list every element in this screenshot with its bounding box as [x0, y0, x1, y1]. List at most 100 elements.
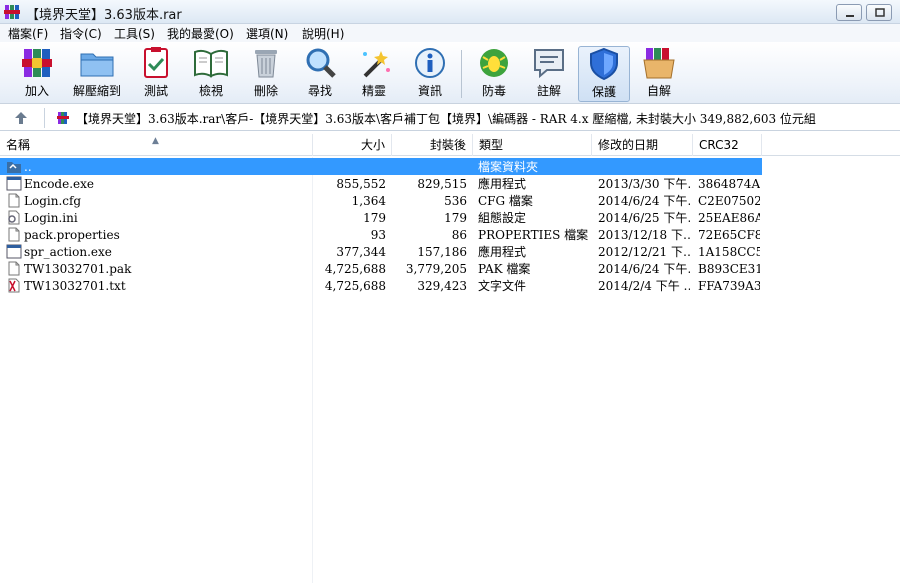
protect-button[interactable]: 保護 [578, 46, 630, 102]
wizard-button[interactable]: 精靈 [352, 46, 396, 102]
minimize-button[interactable] [836, 4, 862, 21]
menu-bar: 檔案(F) 指令(C) 工具(S) 我的最愛(O) 選項(N) 說明(H) [0, 24, 900, 42]
file-size: 377,344 [336, 245, 386, 259]
file-type: PAK 檔案 [478, 262, 531, 276]
file-packed-size: 157,186 [417, 245, 467, 259]
file-row[interactable]: Login.ini 179 179 組態設定 2014/6/25 下午… 25EAE86A [0, 209, 900, 226]
file-packed-size: 3,779,205 [405, 262, 467, 276]
file-packed-size: 536 [444, 194, 467, 208]
view-button[interactable]: 檢視 [188, 46, 234, 102]
file-size: 93 [370, 228, 386, 242]
file-type: 組態設定 [478, 211, 527, 225]
find-label: 尋找 [307, 84, 332, 98]
virus-scan-label: 防毒 [481, 84, 506, 98]
maximize-button[interactable] [866, 4, 892, 21]
address-separator [44, 108, 45, 128]
find-button[interactable]: 尋找 [298, 46, 342, 102]
file-type: PROPERTIES 檔案 [478, 228, 589, 242]
file-modified: 2014/6/24 下午… [598, 194, 690, 208]
file-crc [698, 159, 760, 175]
file-crc: 72E65CF8 [698, 228, 760, 242]
menu-help[interactable]: 說明(H) [300, 25, 346, 42]
address-path[interactable]: 【境界天堂】3.63版本.rar\客戶-【境界天堂】3.63版本\客戶補丁包【境… [76, 110, 816, 127]
menu-favorites[interactable]: 我的最愛(O) [165, 25, 236, 42]
column-header-packed[interactable]: 封裝後 [392, 134, 473, 156]
file-row[interactable]: Encode.exe 855,552 829,515 應用程式 2013/3/30 下午… [0, 175, 900, 192]
delete-button[interactable]: 刪除 [244, 46, 288, 102]
file-row[interactable]: spr_action.exe 377,344 157,186 應用程式 2012/12/… [0, 243, 900, 260]
file-type: 應用程式 [478, 245, 527, 259]
extract-to-icon [80, 53, 114, 77]
info-button[interactable]: 資訊 [408, 46, 452, 102]
file-modified: 2013/12/18 下… [598, 228, 690, 242]
file-size: 4,725,688 [324, 279, 386, 293]
window-title: 【境界天堂】3.63版本.rar [26, 8, 182, 23]
test-icon [144, 47, 168, 78]
file-row[interactable]: pack.properties 93 86 PROPERTIES 檔案 2013/12/… [0, 226, 900, 243]
winrar-app-icon[interactable] [4, 4, 20, 20]
file-name: Encode.exe [24, 177, 95, 191]
title-bar[interactable]: 【境界天堂】3.63版本.rar [0, 0, 900, 24]
maximize-icon [875, 8, 885, 17]
file-name: Login.cfg [24, 194, 82, 208]
sfx-button[interactable]: 自解 [637, 46, 681, 102]
file-crc: 25EAE86A [698, 211, 760, 225]
test-button[interactable]: 測試 [134, 46, 178, 102]
file-size [313, 159, 386, 175]
file-name: spr_action.exe [24, 245, 112, 259]
file-packed-size: 829,515 [417, 177, 467, 191]
file-modified: 2014/6/25 下午… [598, 211, 690, 225]
menu-file[interactable]: 檔案(F) [6, 25, 50, 42]
info-icon [415, 48, 445, 78]
add-archive-icon [22, 49, 52, 77]
delete-label: 刪除 [253, 84, 278, 98]
file-packed-size: 86 [451, 228, 467, 242]
file-packed-size: 329,423 [417, 279, 467, 293]
file-row[interactable]: Login.cfg 1,364 536 CFG 檔案 2014/6/24 下午… C2E0… [0, 192, 900, 209]
file-size: 4,725,688 [324, 262, 386, 276]
file-row[interactable]: TW13032701.pak 4,725,688 3,779,205 PAK 檔案 20… [0, 260, 900, 277]
file-type: CFG 檔案 [478, 194, 533, 208]
extract-to-button[interactable]: 解壓縮到 [68, 46, 126, 102]
file-modified: 2012/12/21 下… [598, 245, 690, 259]
column-header-modified[interactable]: 修改的日期 [592, 134, 693, 156]
file-modified: 2014/6/24 下午… [598, 262, 690, 276]
menu-commands[interactable]: 指令(C) [58, 25, 104, 42]
file-packed-size: 179 [444, 211, 467, 225]
file-row[interactable]: .. 檔案資料夾 [0, 158, 900, 175]
comment-button[interactable]: 註解 [527, 46, 571, 102]
file-crc: 1A158CC5 [698, 245, 760, 259]
file-name: Login.ini [24, 211, 78, 225]
file-type: 應用程式 [478, 177, 527, 191]
protect-label: 保護 [591, 85, 616, 99]
file-size: 1,364 [351, 194, 386, 208]
file-type: 檔案資料夾 [478, 160, 539, 174]
toolbar-separator [461, 50, 462, 98]
add-label: 加入 [24, 84, 49, 98]
column-header-crc[interactable]: CRC32 [693, 134, 762, 156]
find-magnifier-icon [306, 48, 336, 78]
file-modified: 2013/3/30 下午… [598, 177, 690, 191]
extract-to-label: 解壓縮到 [72, 84, 121, 98]
delete-trash-icon [255, 50, 277, 78]
menu-options[interactable]: 選項(N) [244, 25, 290, 42]
file-crc: B893CE31 [698, 262, 760, 276]
comment-label: 註解 [536, 84, 561, 98]
view-label: 檢視 [198, 84, 223, 98]
virus-scan-button[interactable]: 防毒 [472, 46, 516, 102]
test-label: 測試 [143, 84, 168, 98]
add-button[interactable]: 加入 [14, 46, 60, 102]
file-packed-size [392, 159, 467, 175]
file-type: 文字文件 [478, 279, 527, 293]
file-row[interactable]: TW13032701.txt 4,725,688 329,423 文字文件 2014/2… [0, 277, 900, 294]
column-header-type[interactable]: 類型 [473, 134, 592, 156]
protect-shield-icon [590, 47, 618, 81]
file-crc: 3864874A [698, 177, 760, 191]
file-crc: FFA739A3 [698, 279, 760, 293]
file-name: TW13032701.pak [24, 262, 132, 276]
up-folder-icon[interactable] [12, 110, 30, 126]
menu-tools[interactable]: 工具(S) [112, 25, 157, 42]
column-header-size[interactable]: 大小 [313, 134, 392, 156]
address-bar: 【境界天堂】3.63版本.rar\客戶-【境界天堂】3.63版本\客戶補丁包【境… [0, 105, 900, 131]
wizard-wand-icon [363, 51, 390, 78]
